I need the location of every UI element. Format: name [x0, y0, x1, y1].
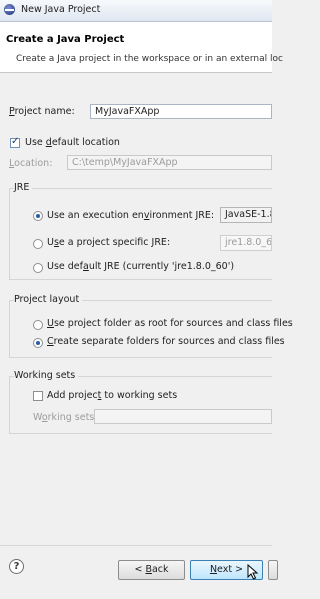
default-location-checkbox[interactable]: [10, 136, 20, 148]
project-specific-jre-combo[interactable]: jre1.8.0_60: [220, 235, 272, 251]
project-name-input[interactable]: MyJavaFXApp: [90, 104, 272, 119]
project-layout-group-title: Project layout: [14, 294, 83, 305]
working-sets-label: Working sets:: [33, 412, 98, 423]
mouse-cursor-icon: [247, 564, 259, 580]
page-title: Create a Java Project: [6, 34, 125, 45]
add-to-working-sets-label[interactable]: Add project to working sets: [47, 390, 177, 401]
wizard-header: [0, 22, 272, 73]
location-label: Location:: [9, 158, 53, 169]
root-folder-radio[interactable]: [33, 320, 43, 330]
default-jre-radio[interactable]: [33, 263, 43, 273]
project-specific-jre-label[interactable]: Use a project specific JRE:: [47, 237, 170, 248]
execution-env-radio[interactable]: [33, 211, 43, 221]
working-sets-input[interactable]: [94, 409, 272, 424]
execution-env-combo[interactable]: JavaSE-1.8: [220, 207, 272, 223]
working-sets-group: [9, 376, 272, 434]
page-description: Create a Java project in the workspace o…: [16, 54, 283, 64]
help-icon[interactable]: ?: [9, 559, 24, 574]
project-specific-jre-radio[interactable]: [33, 239, 43, 249]
execution-env-label[interactable]: Use an execution environment JRE:: [47, 210, 214, 221]
root-folder-label[interactable]: Use project folder as root for sources a…: [47, 318, 293, 329]
separate-folders-radio[interactable]: [33, 338, 43, 348]
working-sets-group-title: Working sets: [14, 370, 79, 381]
default-jre-label[interactable]: Use default JRE (currently 'jre1.8.0_60'…: [47, 261, 234, 272]
location-input[interactable]: C:\temp\MyJavaFXApp: [67, 155, 272, 170]
back-button[interactable]: < Back: [118, 560, 185, 580]
project-name-label: Project name:: [9, 106, 75, 117]
add-to-working-sets-checkbox[interactable]: [33, 391, 43, 401]
jre-group-title: JRE: [14, 182, 33, 193]
eclipse-app-icon: [4, 4, 15, 15]
default-location-label[interactable]: Use default location: [25, 137, 120, 148]
project-layout-group: [9, 300, 272, 358]
window-title: New Java Project: [21, 4, 101, 15]
finish-button-partial[interactable]: [268, 560, 278, 580]
footer-separator: [0, 545, 272, 546]
separate-folders-label[interactable]: Create separate folders for sources and …: [47, 336, 285, 347]
